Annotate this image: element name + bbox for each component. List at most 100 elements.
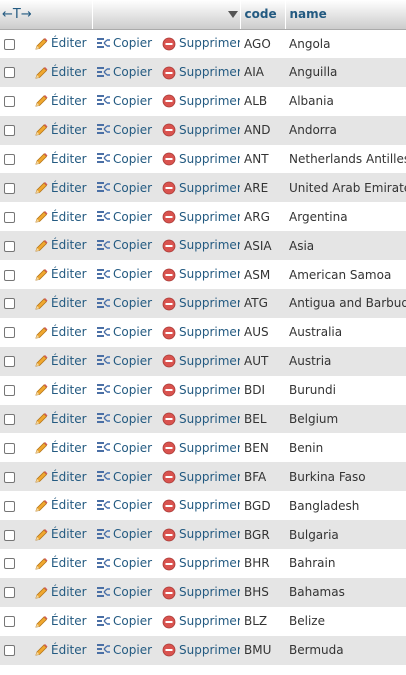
copy-link[interactable]: Copier (96, 412, 152, 426)
edit-link[interactable]: Éditer (34, 94, 87, 108)
copy-cell[interactable]: Copier (92, 462, 159, 492)
row-checkbox[interactable] (4, 125, 15, 137)
edit-cell[interactable]: Éditer (30, 289, 93, 318)
edit-cell[interactable]: Éditer (30, 404, 93, 434)
edit-link[interactable]: Éditer (34, 527, 87, 541)
sort-by-code-link[interactable]: code (245, 7, 277, 21)
edit-cell[interactable]: Éditer (30, 577, 93, 607)
delete-link[interactable]: Supprimer (162, 354, 240, 368)
delete-link[interactable]: Supprimer (162, 94, 240, 108)
edit-cell[interactable]: Éditer (30, 462, 93, 492)
edit-cell[interactable]: Éditer (30, 86, 93, 116)
edit-link[interactable]: Éditer (34, 470, 87, 484)
row-select-cell[interactable] (0, 57, 30, 87)
copy-cell[interactable]: Copier (92, 375, 159, 405)
row-checkbox[interactable] (4, 471, 15, 483)
edit-cell[interactable]: Éditer (30, 635, 93, 665)
edit-link[interactable]: Éditer (34, 36, 87, 50)
delete-link[interactable]: Supprimer (162, 267, 240, 281)
delete-cell[interactable]: Supprimer (158, 346, 241, 376)
delete-cell[interactable]: Supprimer (158, 491, 241, 521)
delete-link[interactable]: Supprimer (162, 383, 240, 397)
row-checkbox[interactable] (4, 616, 15, 628)
delete-cell[interactable]: Supprimer (158, 577, 241, 607)
row-select-cell[interactable] (0, 520, 30, 550)
copy-cell[interactable]: Copier (92, 144, 159, 174)
row-checkbox[interactable] (4, 269, 15, 281)
copy-cell[interactable]: Copier (92, 520, 159, 550)
copy-link[interactable]: Copier (96, 354, 152, 368)
copy-link[interactable]: Copier (96, 614, 152, 628)
delete-cell[interactable]: Supprimer (158, 462, 241, 492)
row-select-cell[interactable] (0, 462, 30, 492)
edit-link[interactable]: Éditer (34, 210, 87, 224)
copy-cell[interactable]: Copier (92, 29, 159, 58)
edit-link[interactable]: Éditer (34, 123, 87, 137)
copy-link[interactable]: Copier (96, 325, 152, 339)
copy-cell[interactable]: Copier (92, 173, 159, 203)
delete-link[interactable]: Supprimer (162, 296, 240, 310)
delete-cell[interactable]: Supprimer (158, 404, 241, 434)
edit-link[interactable]: Éditer (34, 383, 87, 397)
edit-cell[interactable]: Éditer (30, 606, 93, 636)
row-select-cell[interactable] (0, 86, 30, 116)
row-checkbox[interactable] (4, 558, 15, 570)
delete-cell[interactable]: Supprimer (158, 173, 241, 203)
delete-link[interactable]: Supprimer (162, 325, 240, 339)
edit-cell[interactable]: Éditer (30, 520, 93, 550)
edit-link[interactable]: Éditer (34, 296, 87, 310)
edit-cell[interactable]: Éditer (30, 375, 93, 405)
copy-cell[interactable]: Copier (92, 317, 159, 347)
edit-link[interactable]: Éditer (34, 325, 87, 339)
copy-cell[interactable]: Copier (92, 260, 159, 290)
row-select-cell[interactable] (0, 346, 30, 376)
copy-link[interactable]: Copier (96, 383, 152, 397)
row-checkbox[interactable] (4, 38, 15, 50)
edit-cell[interactable]: Éditer (30, 346, 93, 376)
edit-cell[interactable]: Éditer (30, 57, 93, 87)
row-select-cell[interactable] (0, 260, 30, 290)
delete-cell[interactable]: Supprimer (158, 520, 241, 550)
column-header-code[interactable]: code (240, 0, 286, 30)
row-checkbox[interactable] (4, 442, 15, 454)
copy-link[interactable]: Copier (96, 498, 152, 512)
copy-cell[interactable]: Copier (92, 115, 159, 145)
edit-link[interactable]: Éditer (34, 152, 87, 166)
copy-cell[interactable]: Copier (92, 57, 159, 87)
row-checkbox[interactable] (4, 500, 15, 512)
delete-link[interactable]: Supprimer (162, 181, 240, 195)
copy-link[interactable]: Copier (96, 296, 152, 310)
delete-cell[interactable]: Supprimer (158, 202, 241, 232)
copy-cell[interactable]: Copier (92, 404, 159, 434)
copy-link[interactable]: Copier (96, 470, 152, 484)
copy-cell[interactable]: Copier (92, 433, 159, 463)
row-checkbox[interactable] (4, 414, 15, 426)
edit-link[interactable]: Éditer (34, 585, 87, 599)
row-checkbox[interactable] (4, 298, 15, 310)
edit-cell[interactable]: Éditer (30, 231, 93, 261)
copy-cell[interactable]: Copier (92, 606, 159, 636)
row-select-cell[interactable] (0, 317, 30, 347)
delete-cell[interactable]: Supprimer (158, 115, 241, 145)
delete-link[interactable]: Supprimer (162, 585, 240, 599)
edit-link[interactable]: Éditer (34, 556, 87, 570)
row-checkbox[interactable] (4, 529, 15, 541)
edit-cell[interactable]: Éditer (30, 144, 93, 174)
copy-link[interactable]: Copier (96, 556, 152, 570)
row-select-cell[interactable] (0, 173, 30, 203)
edit-cell[interactable]: Éditer (30, 202, 93, 232)
row-select-cell[interactable] (0, 491, 30, 521)
copy-link[interactable]: Copier (96, 441, 152, 455)
delete-cell[interactable]: Supprimer (158, 549, 241, 578)
row-checkbox[interactable] (4, 356, 15, 368)
copy-link[interactable]: Copier (96, 94, 152, 108)
delete-cell[interactable]: Supprimer (158, 375, 241, 405)
row-checkbox[interactable] (4, 182, 15, 194)
row-checkbox[interactable] (4, 385, 15, 397)
delete-cell[interactable]: Supprimer (158, 606, 241, 636)
row-checkbox[interactable] (4, 587, 15, 599)
row-checkbox[interactable] (4, 645, 15, 657)
edit-link[interactable]: Éditer (34, 354, 87, 368)
copy-link[interactable]: Copier (96, 267, 152, 281)
copy-link[interactable]: Copier (96, 36, 152, 50)
